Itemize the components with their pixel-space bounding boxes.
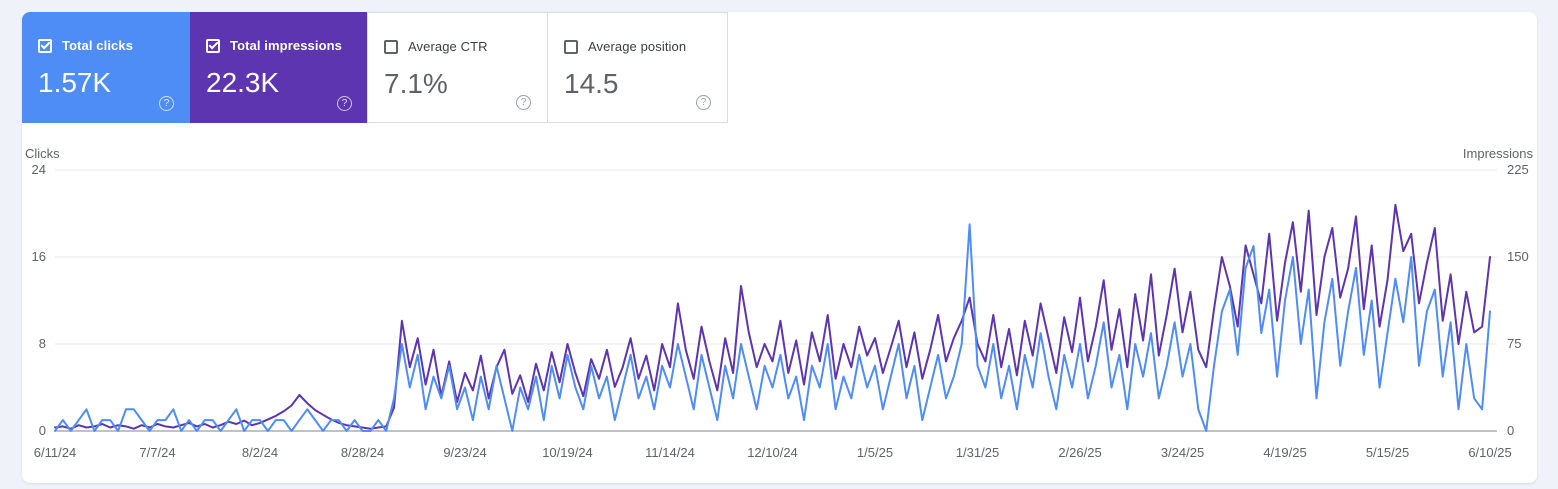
- right-axis-tick: 150: [1507, 249, 1547, 265]
- checkbox-unchecked-icon[interactable]: [564, 40, 578, 54]
- x-axis-date-label: 8/28/24: [313, 445, 413, 460]
- average-ctr-value: 7.1%: [384, 68, 531, 100]
- x-axis-date-label: 7/7/24: [108, 445, 208, 460]
- right-axis-tick: 75: [1507, 336, 1547, 352]
- x-axis-date-label: 3/24/25: [1133, 445, 1233, 460]
- left-axis-tick: 0: [22, 423, 46, 439]
- total-clicks-label: Total clicks: [62, 38, 133, 53]
- metric-cards-row: Total clicks 1.57K ? Total impressions 2…: [22, 12, 728, 123]
- right-axis-tick: 0: [1507, 423, 1547, 439]
- average-ctr-header: Average CTR: [384, 39, 531, 54]
- help-icon[interactable]: ?: [159, 96, 174, 111]
- checkbox-unchecked-icon[interactable]: [384, 40, 398, 54]
- total-clicks-card[interactable]: Total clicks 1.57K ?: [22, 12, 190, 123]
- total-clicks-value: 1.57K: [38, 67, 174, 99]
- right-axis-tick: 225: [1507, 162, 1547, 178]
- average-ctr-card[interactable]: Average CTR 7.1% ?: [367, 12, 548, 123]
- right-axis-title: Impressions: [1463, 146, 1533, 161]
- total-impressions-header: Total impressions: [206, 38, 352, 53]
- checkbox-checked-icon[interactable]: [206, 39, 220, 53]
- average-position-card[interactable]: Average position 14.5 ?: [547, 12, 728, 123]
- help-icon[interactable]: ?: [696, 95, 711, 110]
- x-axis-date-label: 9/23/24: [415, 445, 515, 460]
- left-axis-title: Clicks: [25, 146, 60, 161]
- average-ctr-label: Average CTR: [408, 39, 488, 54]
- x-axis-date-label: 6/10/25: [1440, 445, 1540, 460]
- x-axis-date-label: 6/11/24: [5, 445, 105, 460]
- x-axis-date-label: 4/19/25: [1235, 445, 1335, 460]
- x-axis-date-label: 5/15/25: [1338, 445, 1438, 460]
- help-icon[interactable]: ?: [516, 95, 531, 110]
- performance-panel: Clicks Impressions 2422516150875006/11/2…: [22, 12, 1537, 483]
- x-axis-date-label: 1/5/25: [825, 445, 925, 460]
- total-impressions-card[interactable]: Total impressions 22.3K ?: [190, 12, 368, 123]
- total-impressions-value: 22.3K: [206, 67, 352, 99]
- help-icon[interactable]: ?: [337, 96, 352, 111]
- left-axis-tick: 16: [22, 249, 46, 265]
- left-axis-tick: 24: [22, 162, 46, 178]
- average-position-value: 14.5: [564, 68, 711, 100]
- average-position-label: Average position: [588, 39, 686, 54]
- x-axis-date-label: 1/31/25: [928, 445, 1028, 460]
- x-axis-date-label: 8/2/24: [210, 445, 310, 460]
- x-axis-date-label: 11/14/24: [620, 445, 720, 460]
- total-impressions-label: Total impressions: [230, 38, 342, 53]
- x-axis-date-label: 12/10/24: [723, 445, 823, 460]
- average-position-header: Average position: [564, 39, 711, 54]
- checkbox-checked-icon[interactable]: [38, 39, 52, 53]
- x-axis-date-label: 2/26/25: [1030, 445, 1130, 460]
- total-clicks-header: Total clicks: [38, 38, 174, 53]
- left-axis-tick: 8: [22, 336, 46, 352]
- x-axis-date-label: 10/19/24: [518, 445, 618, 460]
